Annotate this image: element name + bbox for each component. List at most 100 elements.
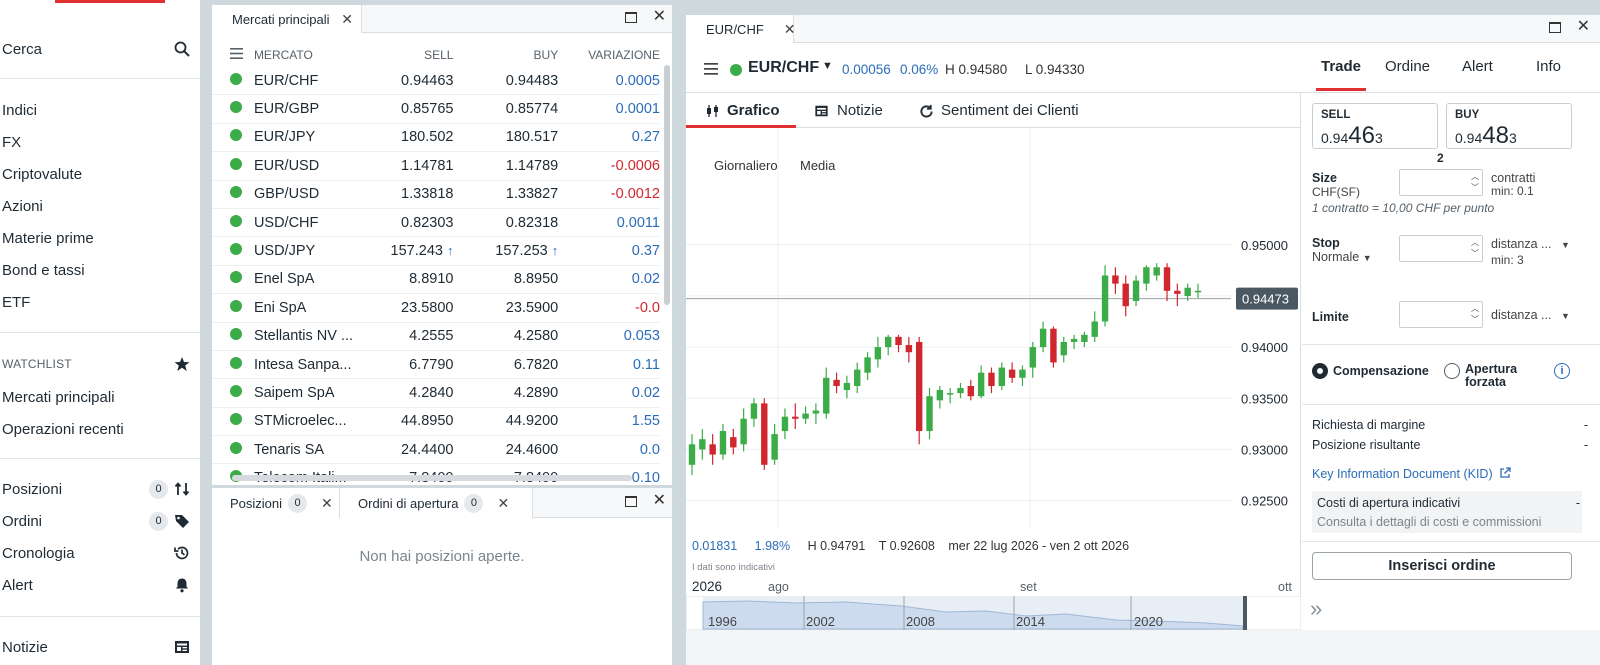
instrument-name[interactable]: EUR/CHF <box>748 59 819 77</box>
table-row[interactable]: Tenaris SA 24.4400 24.4600 0.0 <box>212 436 660 465</box>
sidebar-item-materie-prime[interactable]: Materie prime <box>2 228 190 248</box>
table-row[interactable]: Stellantis NV ... 4.2555 4.2580 0.053 <box>212 323 660 351</box>
timeline-navigator[interactable]: 1996 2002 2008 2014 2020 <box>686 596 1301 630</box>
menu-icon[interactable] <box>704 63 718 75</box>
sell-price-cell[interactable]: 0.94463 <box>374 73 453 89</box>
maximize-icon[interactable] <box>624 495 637 507</box>
buy-price-cell[interactable]: 157.253 ↑ <box>453 243 558 259</box>
buy-price-cell[interactable]: 1.14789 <box>453 158 558 174</box>
tab-sentiment[interactable]: Sentiment dei Clienti <box>919 93 1099 128</box>
close-icon[interactable]: ✕ <box>784 21 796 38</box>
sidebar-item-notizie[interactable]: Notizie <box>2 637 190 657</box>
market-name[interactable]: GBP/USD <box>254 186 374 202</box>
search-icon[interactable] <box>174 41 190 57</box>
buy-price-cell[interactable]: 4.2580 <box>453 328 558 344</box>
close-icon[interactable]: ✕ <box>321 495 333 512</box>
stepper-icon[interactable]: ︿ ﹀ <box>1471 237 1479 259</box>
buy-price-cell[interactable]: 180.517 <box>453 129 558 145</box>
sidebar-item-azioni[interactable]: Azioni <box>2 196 190 216</box>
info-icon[interactable]: i <box>1554 363 1570 379</box>
buy-price-cell[interactable]: 8.8950 <box>453 271 558 287</box>
sell-price-cell[interactable]: 24.4400 <box>374 442 453 458</box>
table-row[interactable]: GBP/USD 1.33818 1.33827 -0.0012 <box>212 181 660 209</box>
market-name[interactable]: Stellantis NV ... <box>254 328 374 344</box>
tab-notizie[interactable]: Notizie <box>814 93 904 128</box>
sell-price-cell[interactable]: 4.2555 <box>374 328 453 344</box>
column-header-market[interactable]: MERCATO <box>254 48 374 62</box>
submit-order-button[interactable]: Inserisci ordine <box>1312 552 1572 580</box>
market-name[interactable]: Tenaris SA <box>254 442 374 458</box>
table-row[interactable]: EUR/CHF 0.94463 0.94483 0.0005 <box>212 67 660 96</box>
column-header-change[interactable]: VARIAZIONE <box>558 48 660 62</box>
table-row[interactable]: Enel SpA 8.8910 8.8950 0.02 <box>212 266 660 295</box>
table-row[interactable]: EUR/JPY 180.502 180.517 0.27 <box>212 124 660 153</box>
table-row[interactable]: EUR/USD 1.14781 1.14789 -0.0006 <box>212 152 660 181</box>
stop-type-select[interactable]: Normale ▼ <box>1312 250 1372 264</box>
sell-price-cell[interactable]: 23.5800 <box>374 300 453 316</box>
stop-input[interactable]: ︿ ﹀ <box>1399 235 1483 262</box>
close-icon[interactable]: ✕ <box>341 11 353 28</box>
sell-price-cell[interactable]: 1.14781 <box>374 158 453 174</box>
market-name[interactable]: Enel SpA <box>254 271 374 287</box>
stop-distance-select[interactable]: distanza ... ▼ <box>1491 237 1570 251</box>
expand-double-chevron-icon[interactable]: » <box>1310 596 1322 622</box>
buy-price-cell[interactable]: 1.33827 <box>453 186 558 202</box>
market-name[interactable]: Intesa Sanpa... <box>254 357 374 373</box>
limit-distance-select[interactable]: distanza ... ▼ <box>1491 308 1570 322</box>
sidebar-item-bond-e-tassi[interactable]: Bond e tassi <box>2 260 190 280</box>
tab-ordini-di-apertura[interactable]: Ordini di apertura 0 ✕ <box>340 488 533 518</box>
sell-price-cell[interactable]: 157.243 ↑ <box>374 243 454 259</box>
close-icon[interactable]: ✕ <box>653 9 666 25</box>
buy-price-cell[interactable]: 0.82318 <box>453 215 558 231</box>
table-row[interactable]: EUR/GBP 0.85765 0.85774 0.0001 <box>212 95 660 124</box>
scrollbar[interactable] <box>664 65 670 305</box>
buy-price-cell[interactable]: 23.5900 <box>453 300 558 316</box>
close-icon[interactable]: ✕ <box>1577 19 1590 35</box>
tab-info[interactable]: Info <box>1536 58 1561 75</box>
kid-link[interactable]: Key Information Document (KID) <box>1312 467 1511 481</box>
sell-price-cell[interactable]: 6.7790 <box>374 357 453 373</box>
buy-price-cell[interactable]: 24.4600 <box>453 442 558 458</box>
sidebar-item-cronologia[interactable]: Cronologia <box>2 543 190 563</box>
column-header-buy[interactable]: BUY <box>453 48 559 62</box>
sidebar-item-alert[interactable]: Alert <box>2 575 190 595</box>
column-header-sell[interactable]: SELL <box>374 48 453 62</box>
sidebar-item-criptovalute[interactable]: Criptovalute <box>2 164 190 184</box>
stepper-icon[interactable]: ︿ ﹀ <box>1471 303 1479 325</box>
table-row[interactable]: Saipem SpA 4.2840 4.2890 0.02 <box>212 379 660 408</box>
sell-button[interactable]: SELL 0.94463 <box>1312 103 1438 149</box>
sell-price-cell[interactable]: 1.33818 <box>374 186 453 202</box>
table-row[interactable]: USD/JPY 157.243 ↑ 157.253 ↑ 0.37 <box>212 237 660 266</box>
sell-price-cell[interactable]: 180.502 <box>374 129 453 145</box>
limit-input[interactable]: ︿ ﹀ <box>1399 301 1483 328</box>
costs-details-link[interactable]: Consulta i dettagli di costi e commissio… <box>1317 515 1541 529</box>
market-name[interactable]: USD/CHF <box>254 215 374 231</box>
sell-price-cell[interactable]: 44.8950 <box>374 413 453 429</box>
sidebar-item-posizioni[interactable]: Posizioni 0 <box>2 479 190 499</box>
price-chart[interactable]: 0.950000.945000.940000.935000.930000.925… <box>686 128 1301 528</box>
market-name[interactable]: EUR/USD <box>254 158 374 174</box>
maximize-icon[interactable] <box>1548 21 1561 33</box>
market-name[interactable]: STMicroelec... <box>254 413 374 429</box>
buy-price-cell[interactable]: 6.7820 <box>453 357 558 373</box>
tab-alert[interactable]: Alert <box>1462 58 1493 75</box>
market-name[interactable]: USD/JPY <box>254 243 374 259</box>
market-name[interactable]: EUR/GBP <box>254 101 374 117</box>
tab-eur-chf[interactable]: EUR/CHF ✕ <box>686 15 796 43</box>
table-row[interactable]: STMicroelec... 44.8950 44.9200 1.55 <box>212 408 660 437</box>
tab-ordine[interactable]: Ordine <box>1385 58 1430 75</box>
buy-price-cell[interactable]: 0.85774 <box>453 101 558 117</box>
star-icon[interactable] <box>174 356 190 372</box>
stepper-icon[interactable]: ︿ ﹀ <box>1471 171 1479 193</box>
sell-price-cell[interactable]: 0.85765 <box>374 101 453 117</box>
sidebar-item-indici[interactable]: Indici <box>2 100 190 120</box>
radio-apertura-forzata[interactable]: Apertura forzata <box>1444 363 1525 389</box>
tab-trade[interactable]: Trade <box>1316 53 1366 91</box>
watchlist-item-operazioni-recenti[interactable]: Operazioni recenti <box>2 419 190 439</box>
table-row[interactable]: USD/CHF 0.82303 0.82318 0.0011 <box>212 209 660 238</box>
menu-icon[interactable] <box>212 48 254 62</box>
size-input[interactable]: ︿ ﹀ <box>1399 169 1483 196</box>
close-icon[interactable]: ✕ <box>497 495 509 512</box>
radio-compensazione[interactable]: Compensazione <box>1312 363 1429 379</box>
buy-price-cell[interactable]: 44.9200 <box>453 413 558 429</box>
